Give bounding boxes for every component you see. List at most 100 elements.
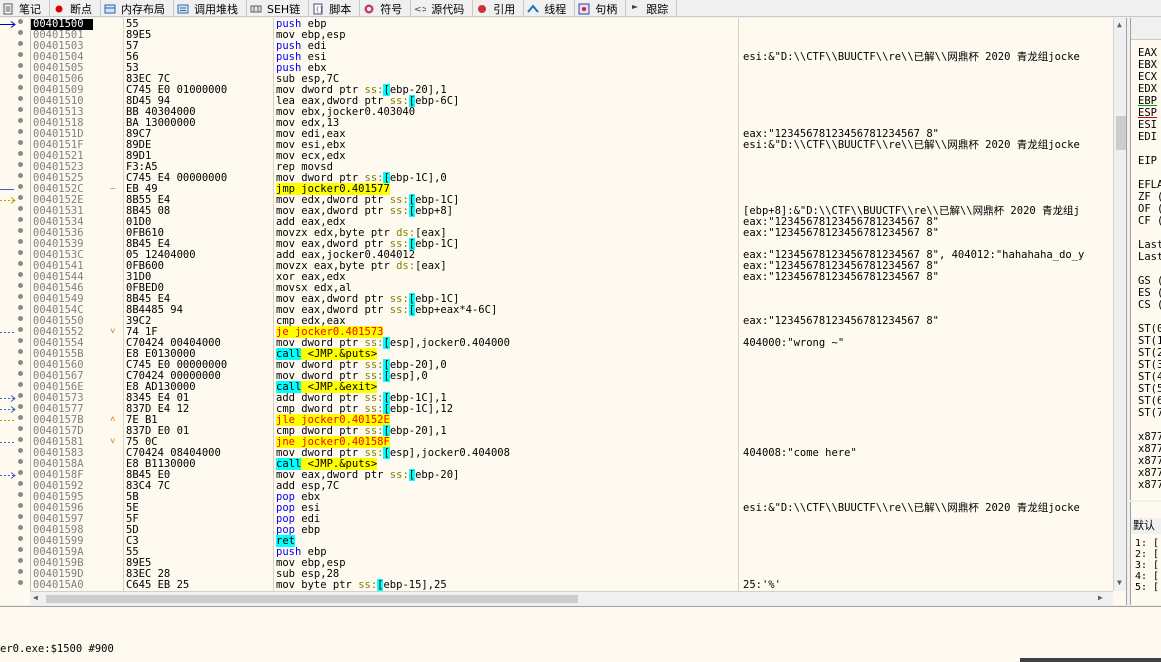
tab-trace[interactable]: 跟踪 [626, 0, 678, 17]
register-label[interactable]: ESP [1138, 107, 1157, 119]
breakpoint-gutter[interactable] [0, 118, 30, 129]
breakpoint-dot-icon[interactable] [18, 305, 23, 310]
register-label[interactable]: EBX [1138, 59, 1157, 71]
disasm-row[interactable]: 00401501 89E5 mov ebp,esp [0, 30, 1113, 41]
breakpoint-dot-icon[interactable] [18, 261, 23, 266]
breakpoint-dot-icon[interactable] [18, 250, 23, 255]
breakpoint-dot-icon[interactable] [18, 162, 23, 167]
stack-header[interactable]: 默认 [1131, 518, 1161, 534]
breakpoint-dot-icon[interactable] [18, 393, 23, 398]
tab-references[interactable]: 引用 [473, 0, 525, 17]
breakpoint-dot-icon[interactable] [18, 140, 23, 145]
breakpoint-gutter[interactable] [0, 129, 30, 140]
register-label[interactable]: EAX [1138, 47, 1157, 59]
stack-pane[interactable]: 默认 1: [2: [3: [4: [5: [ [1130, 502, 1161, 605]
scroll-left-icon[interactable]: ◀ [33, 593, 38, 603]
register-label[interactable]: GS ( [1138, 275, 1161, 287]
address[interactable]: 004015A0 [31, 580, 93, 591]
tab-threads[interactable]: 线程 [524, 0, 576, 17]
tab-handles[interactable]: 句柄 [575, 0, 627, 17]
breakpoint-dot-icon[interactable] [18, 525, 23, 530]
breakpoint-dot-icon[interactable] [18, 426, 23, 431]
breakpoint-gutter[interactable] [0, 217, 30, 228]
breakpoint-dot-icon[interactable] [18, 536, 23, 541]
disasm-row[interactable]: 0040157D 837D E0 01 cmp dword ptr ss:[ebp-… [0, 425, 1113, 437]
register-label[interactable]: EDX [1138, 83, 1157, 95]
disasm-row[interactable]: 00401504 56 push esi esi:&"D:\\CTF\\BUUCTF\… [0, 52, 1113, 63]
breakpoint-dot-icon[interactable] [18, 503, 23, 508]
disasm-row[interactable]: 00401597 5F pop edi [0, 514, 1113, 525]
breakpoint-dot-icon[interactable] [18, 118, 23, 123]
breakpoint-dot-icon[interactable] [18, 327, 23, 332]
breakpoint-dot-icon[interactable] [18, 349, 23, 354]
register-label[interactable]: ST(0 [1138, 323, 1161, 335]
disasm-row[interactable]: 00401541 0FB600 movzx eax,byte ptr ds:[eax… [0, 261, 1113, 272]
breakpoint-gutter[interactable] [0, 107, 30, 118]
registers-pane[interactable]: EAX EBX ECX EDX EBP ESP ESI EDI EIP EFLA ZF (OF (C… [1130, 18, 1161, 500]
register-label[interactable]: ZF ( [1138, 191, 1161, 203]
breakpoint-gutter[interactable] [0, 382, 30, 393]
disasm-row[interactable]: 0040153C 05 12404000 add eax,jocker0.40401… [0, 250, 1113, 261]
breakpoint-dot-icon[interactable] [18, 558, 23, 563]
breakpoint-dot-icon[interactable] [18, 448, 23, 453]
breakpoint-dot-icon[interactable] [18, 382, 23, 387]
disassembly-view[interactable]: 00401500 55 push ebp 00401501 89E5 mov ebp,es… [0, 18, 1127, 605]
register-label[interactable]: EDI [1138, 131, 1157, 143]
breakpoint-dot-icon[interactable] [18, 151, 23, 156]
register-label[interactable]: ST(3 [1138, 359, 1161, 371]
breakpoint-gutter[interactable] [0, 173, 30, 184]
breakpoint-gutter[interactable] [0, 305, 30, 316]
tab-breakpoint[interactable]: 断点 [50, 0, 101, 17]
breakpoint-gutter[interactable] [0, 470, 30, 481]
breakpoint-gutter[interactable] [0, 393, 30, 404]
breakpoint-dot-icon[interactable] [18, 272, 23, 277]
breakpoint-dot-icon[interactable] [18, 514, 23, 519]
breakpoint-dot-icon[interactable] [18, 371, 23, 376]
breakpoint-gutter[interactable] [0, 371, 30, 382]
breakpoint-gutter[interactable] [0, 580, 30, 591]
breakpoint-dot-icon[interactable] [18, 470, 23, 475]
breakpoint-gutter[interactable] [0, 261, 30, 272]
breakpoint-gutter[interactable] [0, 525, 30, 536]
scroll-thumb[interactable] [46, 595, 578, 603]
register-label[interactable]: ST(6 [1138, 395, 1161, 407]
breakpoint-gutter[interactable] [0, 250, 30, 261]
breakpoint-gutter[interactable] [0, 426, 30, 437]
register-label[interactable]: ES ( [1138, 287, 1161, 299]
breakpoint-gutter[interactable] [0, 492, 30, 503]
breakpoint-gutter[interactable] [0, 327, 30, 338]
disasm-row[interactable]: 00401521 89D1 mov ecx,edx [0, 151, 1113, 162]
breakpoint-gutter[interactable] [0, 184, 30, 195]
breakpoint-dot-icon[interactable] [18, 294, 23, 299]
breakpoint-dot-icon[interactable] [18, 492, 23, 497]
register-label[interactable]: x877 [1138, 431, 1161, 443]
breakpoint-dot-icon[interactable] [18, 283, 23, 288]
breakpoint-gutter[interactable] [0, 74, 30, 85]
breakpoint-dot-icon[interactable] [18, 195, 23, 200]
breakpoint-gutter[interactable] [0, 63, 30, 74]
register-label[interactable]: ST(4 [1138, 371, 1161, 383]
register-label[interactable]: Last [1138, 251, 1161, 263]
register-label[interactable]: EBP [1138, 95, 1157, 107]
breakpoint-dot-icon[interactable] [18, 228, 23, 233]
breakpoint-gutter[interactable] [0, 459, 30, 470]
stack-line[interactable]: 3: [ [1135, 560, 1159, 571]
disasm-row[interactable]: 0040151F 89DE mov esi,ebx esi:&"D:\\CTF\\BU… [0, 140, 1113, 151]
breakpoint-gutter[interactable] [0, 338, 30, 349]
breakpoint-gutter[interactable] [0, 41, 30, 52]
breakpoint-dot-icon[interactable] [18, 437, 23, 442]
breakpoint-dot-icon[interactable] [18, 415, 23, 420]
breakpoint-dot-icon[interactable] [18, 360, 23, 365]
breakpoint-gutter[interactable] [0, 415, 30, 426]
register-label[interactable]: ST(1 [1138, 335, 1161, 347]
disasm-row[interactable]: 00401599 C3 ret [0, 535, 1113, 547]
breakpoint-dot-icon[interactable] [18, 459, 23, 464]
breakpoint-gutter[interactable] [0, 569, 30, 580]
breakpoint-gutter[interactable] [0, 448, 30, 459]
scroll-thumb[interactable] [1116, 116, 1126, 150]
breakpoint-gutter[interactable] [0, 151, 30, 162]
tab-script[interactable]: {} 脚本 [309, 0, 361, 17]
breakpoint-gutter[interactable] [0, 272, 30, 283]
breakpoint-dot-icon[interactable] [18, 74, 23, 79]
breakpoint-gutter[interactable] [0, 239, 30, 250]
